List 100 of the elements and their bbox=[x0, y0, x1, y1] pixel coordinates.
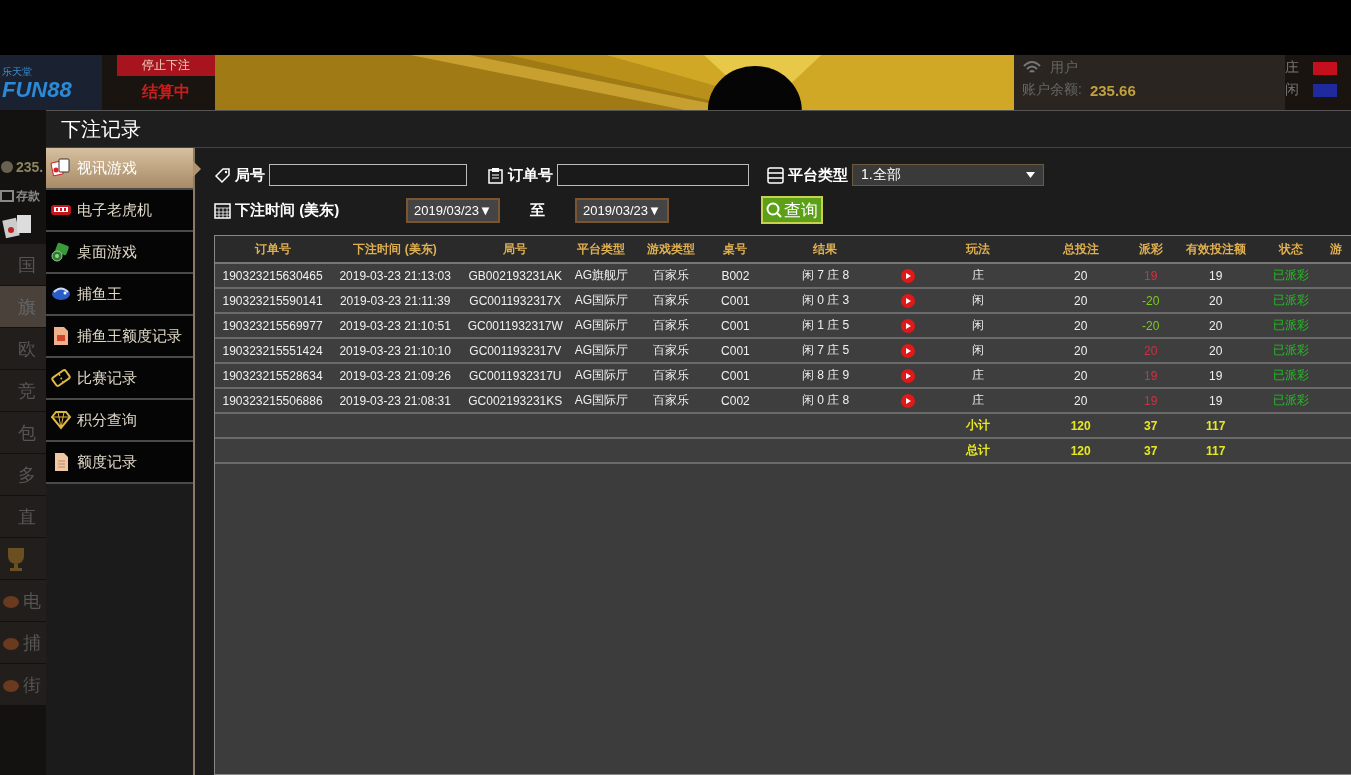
table-cell: 20 bbox=[1030, 288, 1131, 313]
sidebar-item[interactable]: 积分查询 bbox=[46, 400, 193, 442]
table-cell: C001 bbox=[710, 288, 761, 313]
table-cell: GC0011932317W bbox=[460, 313, 571, 338]
play-icon[interactable] bbox=[901, 293, 916, 308]
play-icon[interactable] bbox=[901, 318, 916, 333]
column-header: 总投注 bbox=[1030, 236, 1131, 263]
table-cell: 闲 7 庄 5 bbox=[760, 338, 891, 363]
column-header: 订单号 bbox=[215, 236, 331, 263]
server-icon bbox=[767, 166, 784, 184]
clipboard-icon bbox=[487, 166, 504, 184]
table-cell: 闲 0 庄 8 bbox=[760, 388, 891, 413]
field-label: 平台类型 bbox=[788, 165, 848, 185]
coin-icon bbox=[0, 160, 14, 174]
sidebar-item[interactable]: 桌面游戏 bbox=[46, 232, 193, 274]
diamond-icon bbox=[50, 409, 72, 431]
table-cell: 庄 bbox=[925, 263, 1031, 288]
table-cell: 百家乐 bbox=[632, 388, 711, 413]
table-cell: 19 bbox=[1170, 388, 1261, 413]
bet-side-label: 闲 bbox=[1285, 81, 1299, 99]
column-header: 派彩 bbox=[1130, 236, 1171, 263]
table-cell: 20 bbox=[1030, 363, 1131, 388]
table-cell: 20 bbox=[1030, 313, 1131, 338]
table-cell: 20 bbox=[1170, 313, 1261, 338]
table-cell: GC002193231KS bbox=[460, 388, 571, 413]
column-header: 平台类型 bbox=[570, 236, 633, 263]
table-cell: GB002193231AK bbox=[460, 263, 571, 288]
table-cell: 2019-03-23 21:11:39 bbox=[330, 288, 461, 313]
balance-label: 账户余额: bbox=[1022, 81, 1082, 99]
balance-value: 235.66 bbox=[1089, 81, 1136, 99]
column-header: 状态 bbox=[1260, 236, 1321, 263]
table-cell: 20 bbox=[1170, 338, 1261, 363]
table-cell: B002 bbox=[710, 263, 761, 288]
calendar-icon bbox=[214, 201, 231, 219]
table-cell: 小计 bbox=[925, 413, 1031, 438]
sidebar-item[interactable]: 捕鱼王 bbox=[46, 274, 193, 316]
table-cell: 闲 0 庄 3 bbox=[760, 288, 891, 313]
logo: FUN88 bbox=[2, 78, 73, 101]
table-cell: 庄 bbox=[925, 363, 1031, 388]
table-cell: 2019-03-23 21:08:31 bbox=[330, 388, 461, 413]
table-cell: 百家乐 bbox=[632, 338, 711, 363]
table-cell: AG国际厅 bbox=[570, 388, 633, 413]
user-label: 用户 bbox=[1050, 59, 1078, 77]
table-cell: C002 bbox=[710, 388, 761, 413]
column-header: 游戏类型 bbox=[632, 236, 711, 263]
round-input-field[interactable] bbox=[269, 164, 467, 186]
sidebar-item[interactable]: 电子老虎机 bbox=[46, 190, 193, 232]
table-cell: AG国际厅 bbox=[570, 288, 633, 313]
bet-side-label: 庄 bbox=[1285, 59, 1299, 77]
table-cell: 190323215590141 bbox=[215, 288, 331, 313]
date-picker[interactable]: 2019/03/23▼ bbox=[574, 197, 669, 223]
playing-cards-icon bbox=[2, 213, 34, 239]
table-cell: 20 bbox=[1030, 263, 1131, 288]
sidebar-item[interactable]: 捕鱼王额度记录 bbox=[46, 316, 193, 358]
play-icon[interactable] bbox=[901, 393, 916, 408]
column-header: 桌号 bbox=[710, 236, 761, 263]
table-cell: 闲 7 庄 8 bbox=[760, 263, 891, 288]
table-cell: 2019-03-23 21:10:51 bbox=[330, 313, 461, 338]
column-header: 下注时间 (美东) bbox=[330, 236, 461, 263]
playing-cards-icon bbox=[50, 157, 72, 179]
table-cell: 190323215506886 bbox=[215, 388, 331, 413]
table-cell: GC0011932317X bbox=[460, 288, 571, 313]
round-status: 结算中 bbox=[142, 82, 190, 102]
deposit-label: 存款 bbox=[16, 187, 40, 205]
sidebar-item[interactable]: 比赛记录 bbox=[46, 358, 193, 400]
table-cell: 百家乐 bbox=[632, 263, 711, 288]
sidebar-item[interactable]: 额度记录 bbox=[46, 442, 193, 484]
table-cell: 190323215551424 bbox=[215, 338, 331, 363]
play-icon[interactable] bbox=[901, 343, 916, 358]
table-cell: 120 bbox=[1030, 413, 1131, 438]
table-cell: 闲 1 庄 5 bbox=[760, 313, 891, 338]
ticket-icon bbox=[50, 367, 72, 389]
column-header: 有效投注额 bbox=[1170, 236, 1261, 263]
table-cell: 20 bbox=[1030, 338, 1131, 363]
table-cell: 闲 8 庄 9 bbox=[760, 363, 891, 388]
chips-icon bbox=[50, 241, 72, 263]
table-cell: GC0011932317U bbox=[460, 363, 571, 388]
table-cell: 总计 bbox=[925, 438, 1031, 463]
table-cell: GC0011932317V bbox=[460, 338, 571, 363]
table-cell: 百家乐 bbox=[632, 288, 711, 313]
table-cell: 2019-03-23 21:10:10 bbox=[330, 338, 461, 363]
play-icon[interactable] bbox=[901, 368, 916, 383]
table-cell: 2019-03-23 21:09:26 bbox=[330, 363, 461, 388]
table-cell: 闲 bbox=[925, 313, 1031, 338]
query-button[interactable]: 查询 bbox=[760, 196, 823, 224]
field-label: 下注时间 (美东) bbox=[235, 200, 340, 220]
search-icon bbox=[765, 202, 782, 218]
date-picker[interactable]: 2019/03/23▼ bbox=[406, 197, 500, 223]
caret-icon bbox=[1026, 172, 1035, 178]
table-cell: 百家乐 bbox=[632, 313, 711, 338]
table-cell: 19 bbox=[1170, 263, 1261, 288]
balance-value: 235. bbox=[16, 159, 44, 175]
table-cell: AG国际厅 bbox=[570, 313, 633, 338]
table-cell: 120 bbox=[1030, 438, 1131, 463]
order-input-field[interactable] bbox=[557, 164, 749, 186]
range-separator: 至 bbox=[529, 200, 545, 220]
platform-dropdown[interactable]: 1.全部 bbox=[852, 164, 1044, 186]
table-cell: 117 bbox=[1170, 438, 1261, 463]
play-icon[interactable] bbox=[901, 268, 916, 283]
table-cell: AG国际厅 bbox=[570, 363, 633, 388]
